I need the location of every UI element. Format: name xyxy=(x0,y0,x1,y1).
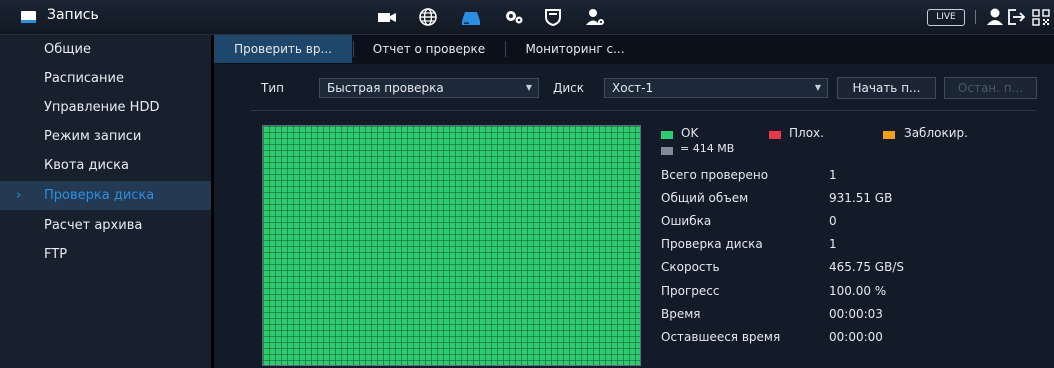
sidebar-item-record-mode[interactable]: Режим записи xyxy=(0,122,211,151)
camera-icon[interactable] xyxy=(376,6,398,28)
disk-select-value: Хост-1 xyxy=(612,81,654,95)
sidebar-item-disk-quota[interactable]: Квота диска xyxy=(0,151,211,180)
top-divider xyxy=(975,10,976,24)
live-button[interactable]: LIVE xyxy=(927,9,965,26)
user-icon[interactable] xyxy=(984,6,1006,28)
sidebar-item-label: FTP xyxy=(44,247,68,262)
bad-legend-swatch xyxy=(769,131,781,139)
disk-label: Диск xyxy=(553,81,585,95)
ok-legend-label: OK xyxy=(681,126,699,140)
stat-label: Всего проверено xyxy=(661,168,769,182)
sidebar-item-ftp[interactable]: FTP xyxy=(0,240,211,269)
disk-select[interactable]: Хост-1 ▼ xyxy=(604,78,828,98)
bad-legend-label: Плох. xyxy=(789,126,824,140)
sidebar-item-label: Расписание xyxy=(44,71,124,86)
type-select[interactable]: Быстрая проверка ▼ xyxy=(319,78,539,98)
stat-label: Ошибка xyxy=(661,214,712,228)
tab-hdd-check[interactable]: Проверить вр... xyxy=(214,35,352,63)
network-icon[interactable] xyxy=(417,6,439,28)
top-bar: Запись LIVE xyxy=(0,0,1054,35)
sidebar-item-label: Общие xyxy=(44,42,91,57)
unit-legend-swatch xyxy=(661,147,673,155)
start-check-button[interactable]: Начать п... xyxy=(837,77,936,99)
sidebar-item-label: Управление HDD xyxy=(44,100,160,115)
stat-label: Проверка диска xyxy=(661,237,763,251)
blocked-legend-swatch xyxy=(883,131,895,139)
qr-icon[interactable] xyxy=(1030,6,1052,28)
stat-value: 1 xyxy=(829,168,837,182)
type-select-value: Быстрая проверка xyxy=(327,81,444,95)
tab-bar: Проверить вр... Отчет о проверке Монитор… xyxy=(214,35,1054,63)
stat-value: 00:00:00 xyxy=(829,330,883,344)
stat-label: Скорость xyxy=(661,260,720,274)
tab-monitoring[interactable]: Мониторинг с... xyxy=(506,35,644,63)
record-icon xyxy=(21,11,36,23)
sidebar-item-archive-calc[interactable]: Расчет архива xyxy=(0,211,211,240)
sidebar-item-label: Проверка диска xyxy=(44,188,155,203)
ok-legend-swatch xyxy=(661,131,673,139)
stat-value: 1 xyxy=(829,237,837,251)
stat-value: 00:00:03 xyxy=(829,307,883,321)
tab-check-report[interactable]: Отчет о проверке xyxy=(354,35,504,63)
chevron-right-icon: › xyxy=(16,188,22,203)
disk-sector-map xyxy=(262,125,641,366)
sidebar-item-general[interactable]: Общие xyxy=(0,35,211,64)
app-title: Запись xyxy=(47,7,99,23)
sidebar-item-label: Режим записи xyxy=(44,129,142,144)
stat-value: 100.00 % xyxy=(829,284,887,298)
logout-icon[interactable] xyxy=(1006,6,1028,28)
stop-check-button[interactable]: Остан. п... xyxy=(944,77,1037,99)
stat-label: Общий объем xyxy=(661,191,749,205)
account-icon[interactable] xyxy=(584,6,606,28)
unit-legend-label: = 414 MB xyxy=(680,142,735,155)
sidebar-item-hdd-manage[interactable]: Управление HDD xyxy=(0,93,211,122)
settings-icon[interactable] xyxy=(503,6,525,28)
sidebar: Общие Расписание Управление HDD Режим за… xyxy=(0,35,211,368)
sidebar-item-label: Квота диска xyxy=(44,158,129,173)
type-label: Тип xyxy=(261,81,284,95)
stat-value: 931.51 GB xyxy=(829,191,893,205)
sidebar-item-disk-check[interactable]: › Проверка диска xyxy=(0,181,211,210)
storage-icon[interactable] xyxy=(460,6,482,28)
stat-label: Время xyxy=(661,307,701,321)
shield-icon[interactable] xyxy=(542,6,564,28)
panel-divider xyxy=(251,110,1036,111)
dropdown-arrow-icon: ▼ xyxy=(814,83,821,92)
stat-value: 465.75 GB/S xyxy=(829,260,904,274)
stat-label: Оставшеeся время xyxy=(661,330,781,344)
stat-value: 0 xyxy=(829,214,837,228)
sidebar-item-schedule[interactable]: Расписание xyxy=(0,64,211,93)
blocked-legend-label: Заблокир. xyxy=(904,126,968,140)
stat-label: Прогресс xyxy=(661,284,720,298)
sidebar-item-label: Расчет архива xyxy=(44,218,143,233)
dropdown-arrow-icon: ▼ xyxy=(525,83,532,92)
